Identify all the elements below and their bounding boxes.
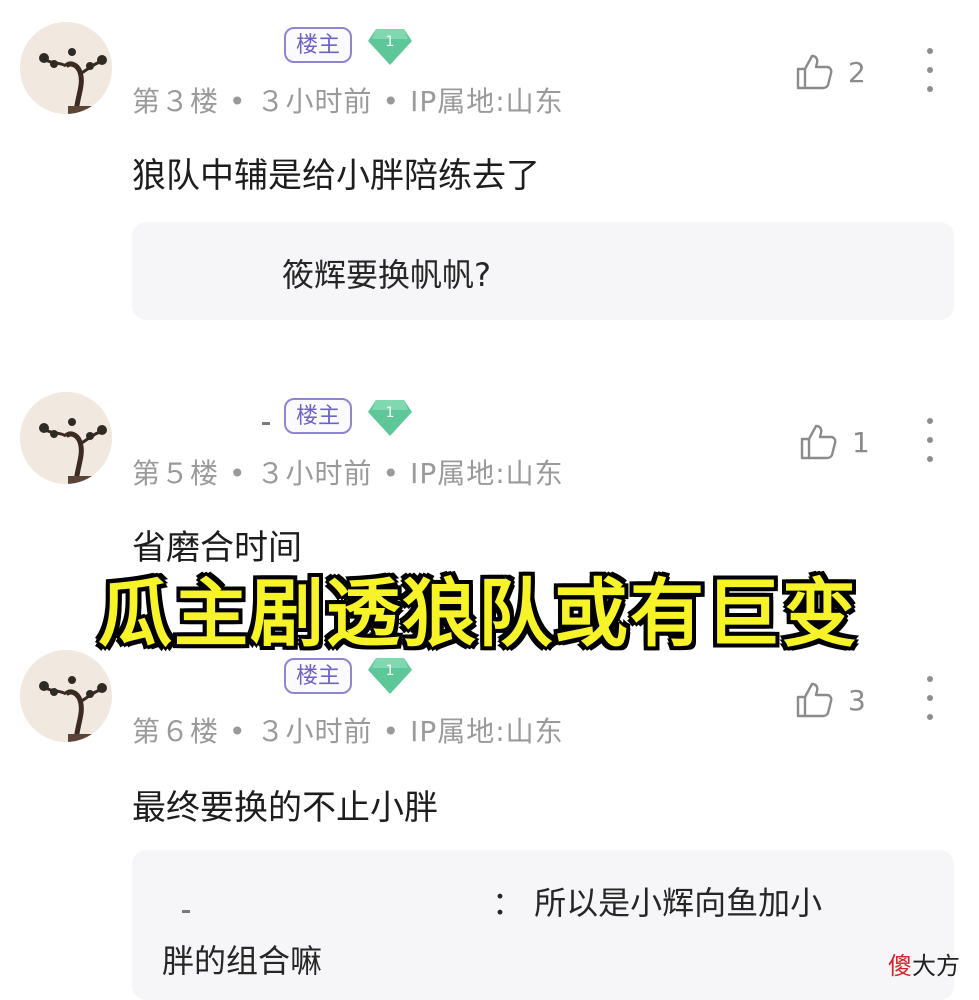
- comment-text: 狼队中辅是给小胖陪练去了: [132, 156, 540, 196]
- floor-number: 第３楼: [132, 85, 220, 118]
- post-time: ３小时前: [256, 715, 373, 748]
- thumbs-up-icon: [800, 424, 837, 460]
- more-vertical-icon[interactable]: [920, 48, 940, 92]
- comment-text: 最终要换的不止小胖: [132, 788, 438, 828]
- level-number: 1: [386, 34, 395, 50]
- user-avatar[interactable]: [20, 650, 112, 742]
- thumbs-up-icon: [796, 682, 833, 718]
- bonsai-avatar-icon: [20, 392, 112, 484]
- watermark-char: 傻: [888, 952, 912, 980]
- bonsai-avatar-icon: [20, 22, 112, 114]
- like-button[interactable]: 1: [798, 420, 870, 464]
- quoted-reply[interactable]: 筱辉要换帆帆?: [132, 222, 954, 320]
- diamond-level-icon: 1: [368, 25, 412, 65]
- ip-location: IP属地:山东: [410, 85, 564, 118]
- redacted-username: [262, 422, 270, 425]
- post-time: ３小时前: [256, 457, 373, 490]
- diamond-level-icon: 1: [368, 396, 412, 436]
- user-avatar[interactable]: [20, 392, 112, 484]
- comment-meta: 第６楼 • ３小时前 • IP属地:山东: [132, 715, 564, 748]
- ip-location: IP属地:山东: [410, 457, 564, 490]
- reply-text-line1: ： 所以是小辉向鱼加小: [492, 884, 823, 922]
- comment-meta: 第５楼 • ３小时前 • IP属地:山东: [132, 457, 564, 490]
- redacted-username: [182, 910, 190, 913]
- floor-number: 第６楼: [132, 715, 220, 748]
- owner-badge: 楼主: [284, 398, 353, 434]
- comment-thread-page: 楼主 1 第３楼 • ３小时前 • IP属地:山东 2 狼队中辅是给小胖陪练去了 筱辉要…: [0, 0, 979, 1000]
- bonsai-avatar-icon: [20, 650, 112, 742]
- owner-badge: 楼主: [284, 658, 353, 694]
- watermark: 傻大方: [888, 946, 960, 981]
- ip-location: IP属地:山东: [410, 715, 564, 748]
- like-count: 2: [848, 55, 866, 89]
- floor-number: 第５楼: [132, 457, 220, 490]
- thumbs-up-icon: [796, 54, 833, 90]
- post-time: ３小时前: [256, 85, 373, 118]
- watermark-text: 大方: [912, 952, 960, 980]
- reply-text: 筱辉要换帆帆?: [282, 256, 491, 294]
- like-button[interactable]: 2: [794, 50, 866, 94]
- more-vertical-icon[interactable]: [920, 676, 940, 720]
- owner-badge: 楼主: [284, 27, 353, 63]
- like-count: 3: [848, 683, 866, 717]
- comment-text: 省磨合时间: [132, 528, 302, 568]
- quoted-reply[interactable]: ： 所以是小辉向鱼加小 胖的组合嘛: [132, 850, 954, 1000]
- comment-meta: 第３楼 • ３小时前 • IP属地:山东: [132, 85, 564, 118]
- level-number: 1: [386, 663, 395, 679]
- like-count: 1: [852, 425, 870, 459]
- diamond-level-icon: 1: [368, 654, 412, 694]
- more-vertical-icon[interactable]: [920, 418, 940, 462]
- level-number: 1: [386, 405, 395, 421]
- like-button[interactable]: 3: [794, 678, 866, 722]
- overlay-headline: 瓜主剧透狼队或有巨变: [98, 571, 858, 657]
- user-avatar[interactable]: [20, 22, 112, 114]
- reply-text-line2: 胖的组合嘛: [162, 942, 323, 980]
